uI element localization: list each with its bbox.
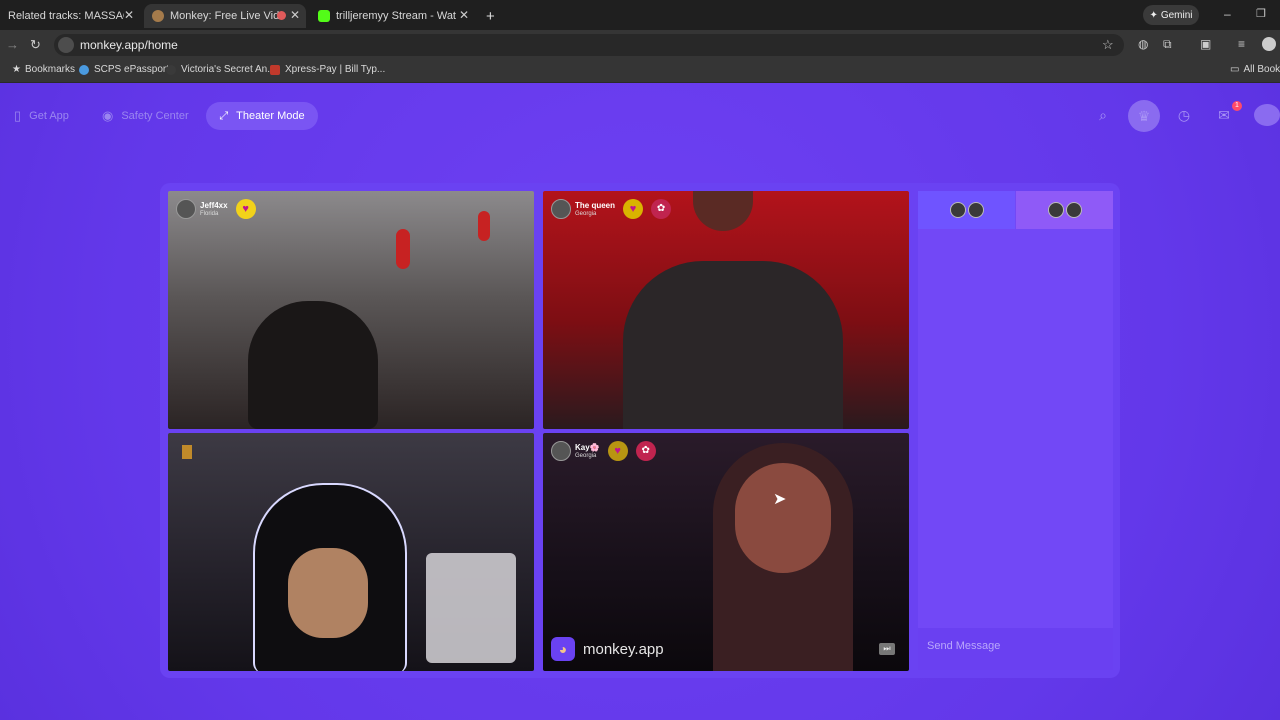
puzzle-icon[interactable]: ⧉ xyxy=(1163,37,1172,52)
extension-icon[interactable]: ◍ xyxy=(1138,37,1148,51)
get-app-button[interactable]: ▯ Get App xyxy=(14,103,69,129)
avatar xyxy=(1047,202,1064,218)
monkey-logo-icon: ◕ xyxy=(551,637,575,661)
avatar xyxy=(967,202,984,218)
participant-badge: Kay🌸 Georgia ♥ ✿ xyxy=(551,441,656,461)
participant-face xyxy=(693,191,753,231)
site-info-icon[interactable] xyxy=(58,37,74,53)
expand-icon: ⤢ xyxy=(219,109,229,122)
recording-icon xyxy=(277,11,286,20)
chat-tab-1[interactable] xyxy=(918,191,1015,229)
restore-icon[interactable]: ❐ xyxy=(1256,7,1266,20)
star-icon: ★ xyxy=(12,64,21,75)
video-tile-kay: Kay🌸 Georgia ♥ ✿ ◕ monkey.app ⏭ xyxy=(543,433,909,671)
gift-icon[interactable]: ✿ xyxy=(635,441,656,461)
sparkle-icon: ✦ xyxy=(1149,9,1158,21)
theater-mode-button[interactable]: ⤢ Theater Mode xyxy=(206,102,318,130)
search-icon[interactable]: ⌕ xyxy=(1092,104,1114,126)
minimize-icon[interactable]: – xyxy=(1224,7,1231,21)
kick-favicon-icon xyxy=(318,10,330,22)
bookmark-bookmarks[interactable]: ★ Bookmarks xyxy=(12,64,75,75)
figurine-decor xyxy=(396,229,410,269)
avatar xyxy=(1065,202,1082,218)
scps-icon xyxy=(79,64,89,75)
browser-toolbar: → ↻ monkey.app/home ☆ ◍ ⧉ ▣ ≡ xyxy=(0,30,1280,60)
participant-silhouette xyxy=(623,261,843,429)
heart-icon[interactable]: ♥ xyxy=(623,199,644,219)
tab-kick-stream[interactable]: trilljeremyy Stream - Watch Live ✕ xyxy=(310,4,475,28)
participant-badge: Jeff4xx Florida ♥ xyxy=(176,199,256,219)
participant-silhouette xyxy=(248,301,378,429)
all-bookmarks[interactable]: ▭ All Bookm xyxy=(1230,64,1280,75)
video-tile-3 xyxy=(168,433,534,671)
gift-icon[interactable]: ✿ xyxy=(651,199,672,219)
close-tab-icon[interactable]: ✕ xyxy=(459,8,469,22)
reload-icon[interactable]: ↻ xyxy=(30,37,41,53)
monkey-watermark: ◕ monkey.app xyxy=(551,637,664,661)
shield-icon: ◉ xyxy=(102,108,114,123)
gemini-button[interactable]: ✦ Gemini xyxy=(1143,5,1199,25)
tab-related-tracks[interactable]: Related tracks: MASSAGING ME ✕ xyxy=(0,4,140,28)
xpress-pay-icon xyxy=(270,64,280,75)
participant-face xyxy=(288,548,368,638)
cursor-icon: ➤ xyxy=(773,491,787,508)
history-icon[interactable]: ◷ xyxy=(1173,104,1195,126)
heart-icon[interactable]: ♥ xyxy=(235,199,256,219)
crown-icon[interactable]: ♛ xyxy=(1128,100,1160,132)
monkey-favicon-icon xyxy=(152,10,164,22)
close-tab-icon[interactable]: ✕ xyxy=(124,8,134,22)
heart-icon[interactable]: ♥ xyxy=(607,441,628,461)
bookmarks-bar: ★ Bookmarks SCPS ePassport Victoria's Se… xyxy=(0,60,1280,83)
chat-tab-2[interactable] xyxy=(1016,191,1113,229)
avatar xyxy=(949,202,966,218)
bookmark-victorias-secret[interactable]: Victoria's Secret An... xyxy=(166,64,276,75)
phone-icon: ▯ xyxy=(14,108,22,123)
profile-avatar[interactable] xyxy=(1262,37,1276,51)
media-icon[interactable]: ≡ xyxy=(1238,37,1245,51)
video-tile-jeff4xx: Jeff4xx Florida ♥ xyxy=(168,191,534,429)
figurine-decor xyxy=(478,211,490,241)
laundry-basket xyxy=(426,553,516,663)
browser-tab-strip: Related tracks: MASSAGING ME ✕ Monkey: F… xyxy=(0,0,1280,30)
close-tab-icon[interactable]: ✕ xyxy=(290,8,300,22)
address-bar[interactable]: monkey.app/home xyxy=(54,34,1124,56)
send-message-input[interactable]: Send Message xyxy=(918,628,1113,670)
tab-monkey[interactable]: Monkey: Free Live Video Ch ✕ xyxy=(144,4,306,28)
new-tab-button[interactable]: + xyxy=(478,4,498,28)
safety-center-button[interactable]: ◉ Safety Center xyxy=(102,103,189,129)
user-avatar[interactable] xyxy=(1254,104,1280,126)
avatar xyxy=(551,441,571,461)
forward-icon[interactable]: → xyxy=(6,37,19,52)
video-chat-stage: Jeff4xx Florida ♥ The queen Georgia ♥ ✿ xyxy=(160,183,1120,678)
monkey-page: ▯ Get App ◉ Safety Center ⤢ Theater Mode… xyxy=(0,83,1280,720)
vs-icon xyxy=(166,64,176,75)
indicator-icon xyxy=(182,445,192,459)
video-tile-the-queen: The queen Georgia ♥ ✿ xyxy=(543,191,909,429)
participant-face xyxy=(735,463,831,573)
bookmark-xpress-pay[interactable]: Xpress-Pay | Bill Typ... xyxy=(270,64,385,75)
skip-icon[interactable]: ⏭ xyxy=(879,643,895,655)
avatar xyxy=(176,199,196,219)
notification-badge: 1 xyxy=(1232,101,1242,111)
avatar xyxy=(551,199,571,219)
bookmark-star-icon[interactable]: ☆ xyxy=(1102,37,1114,53)
folder-icon: ▭ xyxy=(1230,64,1240,75)
bookmark-scps[interactable]: SCPS ePassport xyxy=(79,64,169,75)
tab-search-icon[interactable]: ▣ xyxy=(1200,37,1211,51)
participant-badge: The queen Georgia ♥ ✿ xyxy=(551,199,672,219)
chat-panel: Send Message xyxy=(918,191,1113,670)
